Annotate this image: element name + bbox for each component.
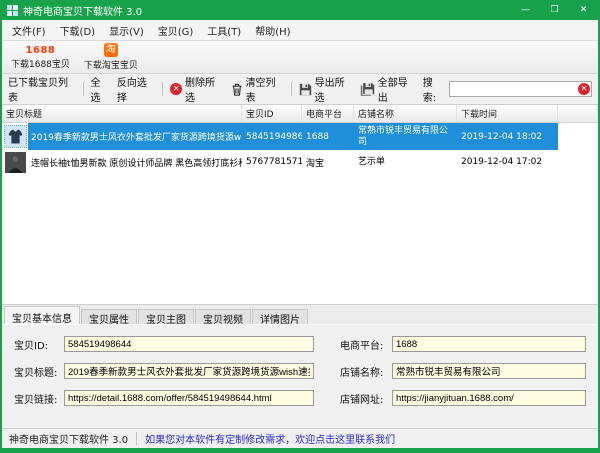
delete-x-icon: ✕ <box>170 83 182 95</box>
column-header-filler <box>558 105 598 122</box>
toolbar-separator <box>162 82 163 96</box>
statusbar: 神奇电商宝贝下载软件 3.0 如果您对本软件有定制修改需求，欢迎点击这里联系我们 <box>2 428 598 448</box>
1688-logo-icon: 1688 <box>26 45 56 56</box>
tab-video[interactable]: 宝贝视频 <box>195 309 251 324</box>
cell-platform: 1688 <box>302 123 354 150</box>
list-toolbar: 已下载宝贝列表 全选 反向选择 ✕ 删除所选 清空列表 导出所选 全部导出 <box>2 74 598 105</box>
search-input[interactable] <box>449 81 592 97</box>
product-thumbnail <box>5 126 26 147</box>
delete-selected-button[interactable]: ✕ 删除所选 <box>170 74 223 104</box>
store-name-field[interactable] <box>392 363 586 379</box>
tab-basic-info[interactable]: 宝贝基本信息 <box>4 306 80 324</box>
detail-tabs: 宝贝基本信息 宝贝属性 宝贝主图 宝贝视频 详情图片 <box>2 305 598 324</box>
menu-view[interactable]: 显示(V) <box>102 21 151 40</box>
cell-title: 2019春季新款男士风衣外套批发厂家货源跨境货源wish速卖通亚 <box>2 123 242 150</box>
app-icon <box>7 5 18 16</box>
column-header-platform[interactable]: 电商平台 <box>302 105 354 122</box>
menu-item[interactable]: 宝贝(G) <box>151 21 201 40</box>
item-id-label: 宝贝ID: <box>14 337 64 352</box>
toolbar-separator <box>83 82 84 96</box>
item-title-label: 宝贝标题: <box>14 364 64 379</box>
product-thumbnail <box>5 152 26 173</box>
tab-attributes[interactable]: 宝贝属性 <box>81 309 137 324</box>
toolbar-separator <box>291 82 292 96</box>
cell-store: 艺示单 <box>354 150 457 174</box>
thumbnail-wrap <box>2 123 28 150</box>
download-taobao-button[interactable]: 淘 下载淘宝宝贝 <box>77 41 145 73</box>
cell-title: 连帽长袖t恤男新款 原创设计师品牌 黑色高领打底衫秋季 暗黑小众 <box>2 150 242 174</box>
cell-time: 2019-12-04 18:02 <box>457 123 558 150</box>
select-all-button[interactable]: 全选 <box>91 74 110 104</box>
cell-time: 2019-12-04 17:02 <box>457 150 558 174</box>
store-name-label: 店铺名称: <box>340 364 392 379</box>
column-header-time[interactable]: 下载时间 <box>457 105 558 122</box>
cell-id: 576778157186 <box>242 150 302 174</box>
product-table: 宝贝标题 宝贝ID 电商平台 店铺名称 下载时间 2019春季新款男士风衣外套批… <box>2 105 598 305</box>
detail-panel: 宝贝ID: 电商平台: 宝贝标题: 店铺名称: 宝贝链接: 店铺网址: <box>2 324 598 428</box>
table-row[interactable]: 2019春季新款男士风衣外套批发厂家货源跨境货源wish速卖通亚 5845194… <box>2 123 598 150</box>
titlebar: 神奇电商宝贝下载软件 3.0 — ❒ ✕ <box>2 0 598 20</box>
app-window: 神奇电商宝贝下载软件 3.0 — ❒ ✕ 文件(F) 下载(D) 显示(V) 宝… <box>0 0 600 453</box>
export-all-label: 全部导出 <box>378 74 416 104</box>
clear-search-icon[interactable]: ✕ <box>578 83 590 95</box>
cell-filler <box>558 150 598 174</box>
download-1688-button[interactable]: 1688 下载1688宝贝 <box>4 41 77 73</box>
product-title: 连帽长袖t恤男新款 原创设计师品牌 黑色高领打底衫秋季 暗黑小众 <box>28 150 242 174</box>
export-selected-button[interactable]: 导出所选 <box>299 74 353 104</box>
store-url-label: 店铺网址: <box>340 391 392 406</box>
search-area: 搜索: ✕ <box>423 74 592 104</box>
trash-icon <box>231 83 243 96</box>
menu-tools[interactable]: 工具(T) <box>200 21 248 40</box>
product-title: 2019春季新款男士风衣外套批发厂家货源跨境货源wish速卖通亚 <box>28 123 242 150</box>
minimize-button[interactable]: — <box>511 0 540 20</box>
menu-download[interactable]: 下载(D) <box>53 21 103 40</box>
store-url-field[interactable] <box>392 390 586 406</box>
item-title-field[interactable] <box>64 363 314 379</box>
save-floppy-icon <box>299 83 312 96</box>
column-header-id[interactable]: 宝贝ID <box>242 105 302 122</box>
main-toolbar: 1688 下载1688宝贝 淘 下载淘宝宝贝 <box>2 41 598 74</box>
item-link-field[interactable] <box>64 390 314 406</box>
download-taobao-label: 下载淘宝宝贝 <box>84 58 138 71</box>
maximize-button[interactable]: ❒ <box>540 0 569 20</box>
downloaded-list-label: 已下载宝贝列表 <box>8 74 76 104</box>
cell-filler <box>558 123 598 150</box>
menu-file[interactable]: 文件(F) <box>5 21 53 40</box>
tab-main-images[interactable]: 宝贝主图 <box>138 309 194 324</box>
clear-list-button[interactable]: 清空列表 <box>231 74 284 104</box>
window-title: 神奇电商宝贝下载软件 3.0 <box>23 3 142 18</box>
close-button[interactable]: ✕ <box>569 0 598 20</box>
platform-label: 电商平台: <box>340 337 392 352</box>
clear-list-label: 清空列表 <box>246 74 284 104</box>
platform-field[interactable] <box>392 336 586 352</box>
column-header-store[interactable]: 店铺名称 <box>354 105 457 122</box>
item-link-label: 宝贝链接: <box>14 391 64 406</box>
cell-id: 584519498644 <box>242 123 302 150</box>
window-controls: — ❒ ✕ <box>511 0 598 20</box>
tab-detail-images[interactable]: 详情图片 <box>252 309 308 324</box>
cell-platform: 淘宝 <box>302 150 354 174</box>
thumbnail-wrap <box>2 150 28 174</box>
menu-help[interactable]: 帮助(H) <box>248 21 297 40</box>
save-all-floppy-icon <box>360 82 375 96</box>
invert-selection-button[interactable]: 反向选择 <box>117 74 156 104</box>
taobao-logo-icon: 淘 <box>104 43 118 57</box>
statusbar-separator <box>136 432 137 445</box>
search-label: 搜索: <box>423 74 446 104</box>
detail-form: 宝贝ID: 电商平台: 宝贝标题: 店铺名称: 宝贝链接: 店铺网址: <box>14 336 586 406</box>
delete-selected-label: 删除所选 <box>185 74 224 104</box>
export-selected-label: 导出所选 <box>315 74 353 104</box>
table-row[interactable]: 连帽长袖t恤男新款 原创设计师品牌 黑色高领打底衫秋季 暗黑小众 5767781… <box>2 150 598 174</box>
column-header-title[interactable]: 宝贝标题 <box>2 105 242 122</box>
download-1688-label: 下载1688宝贝 <box>11 57 70 70</box>
table-header: 宝贝标题 宝贝ID 电商平台 店铺名称 下载时间 <box>2 105 598 123</box>
search-box: ✕ <box>449 81 592 97</box>
statusbar-app-name: 神奇电商宝贝下载软件 3.0 <box>9 431 128 446</box>
menubar: 文件(F) 下载(D) 显示(V) 宝贝(G) 工具(T) 帮助(H) <box>2 20 598 41</box>
export-all-button[interactable]: 全部导出 <box>360 74 416 104</box>
cell-store: 常熟市锐丰贸易有限公司 <box>354 123 457 150</box>
contact-us-link[interactable]: 如果您对本软件有定制修改需求，欢迎点击这里联系我们 <box>145 431 395 446</box>
item-id-field[interactable] <box>64 336 314 352</box>
